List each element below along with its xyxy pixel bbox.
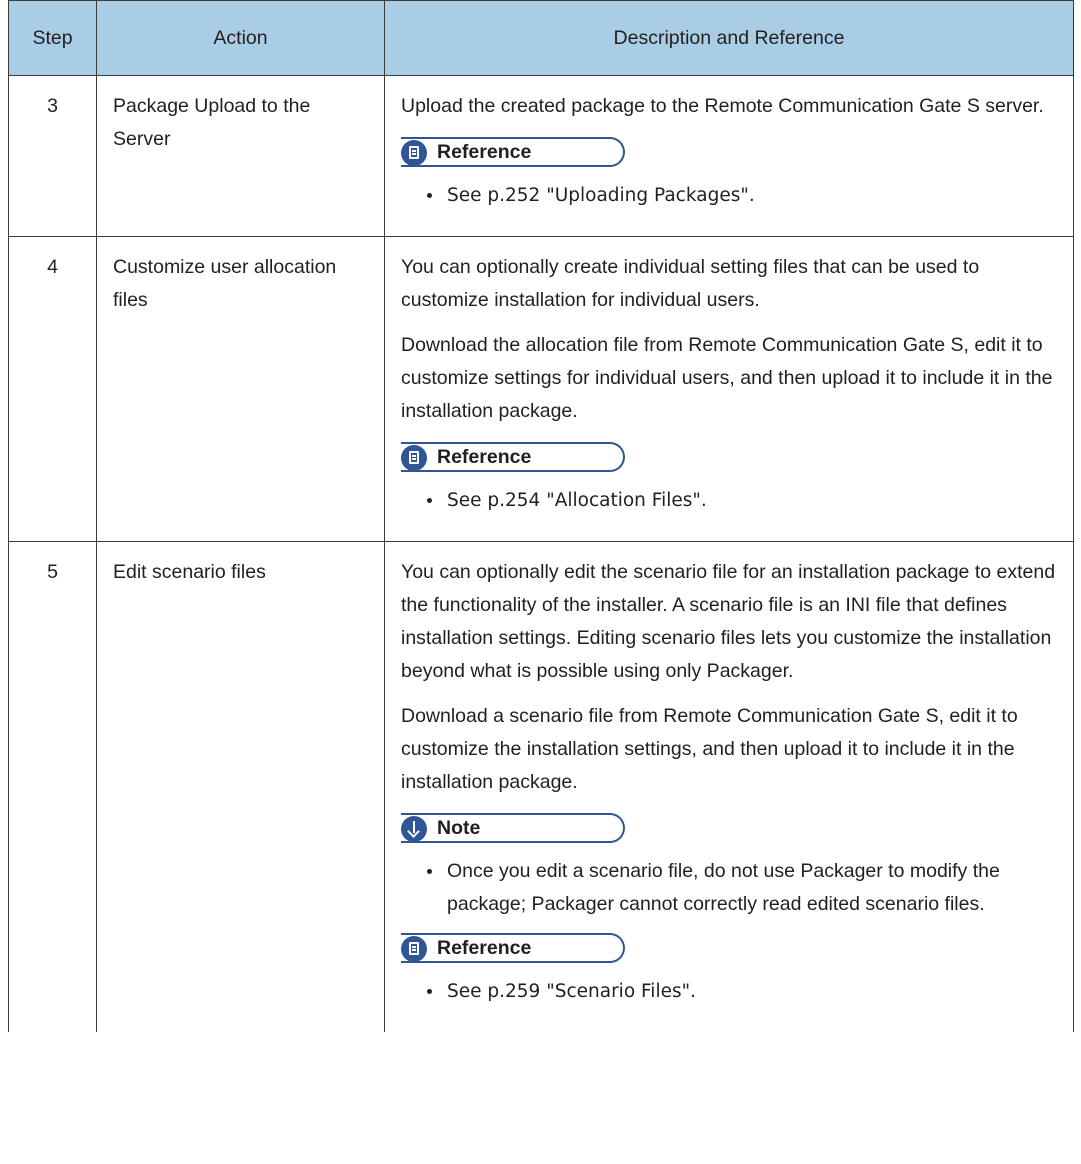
action-cell: Edit scenario files: [96, 541, 385, 1032]
table-row-step-4: 4 Customize user allocation files You ca…: [8, 236, 1074, 542]
reference-link[interactable]: See p.254 "Allocation Files".: [427, 484, 1059, 517]
note-label: Note: [437, 816, 481, 839]
reference-link[interactable]: See p.259 "Scenario Files".: [427, 975, 1059, 1008]
description-cell: You can optionally edit the scenario fil…: [384, 541, 1074, 1032]
reference-label: Reference: [437, 445, 532, 468]
reference-label: Reference: [437, 140, 532, 163]
reference-label: Reference: [437, 936, 532, 959]
description-paragraph: Upload the created package to the Remote…: [401, 95, 1044, 117]
step-number: 5: [8, 541, 97, 1032]
description-paragraph: Download the allocation file from Remote…: [401, 334, 1053, 422]
reference-list: See p.252 "Uploading Packages".: [401, 179, 1059, 212]
description-cell: Upload the created package to the Remote…: [384, 75, 1074, 237]
header-description: Description and Reference: [384, 0, 1074, 76]
reference-callout: Reference: [401, 137, 625, 167]
procedure-table: Step Action Description and Reference 3 …: [8, 0, 1074, 1032]
reference-link[interactable]: See p.252 "Uploading Packages".: [427, 179, 1059, 212]
reference-icon: [401, 445, 427, 471]
header-step: Step: [8, 0, 97, 76]
reference-list: See p.259 "Scenario Files".: [401, 975, 1059, 1008]
note-list: Once you edit a scenario file, do not us…: [401, 855, 1059, 921]
reference-callout: Reference: [401, 442, 625, 472]
note-icon: [401, 816, 427, 842]
header-action: Action: [96, 0, 385, 76]
reference-icon: [401, 936, 427, 962]
reference-icon: [401, 140, 427, 166]
description-cell: You can optionally create individual set…: [384, 236, 1074, 542]
step-number: 3: [8, 75, 97, 237]
reference-list: See p.254 "Allocation Files".: [401, 484, 1059, 517]
table-row-step-5: 5 Edit scenario files You can optionally…: [8, 541, 1074, 1032]
step-number: 4: [8, 236, 97, 542]
note-callout: Note: [401, 813, 625, 843]
note-item: Once you edit a scenario file, do not us…: [427, 855, 1059, 921]
table-header-row: Step Action Description and Reference: [8, 0, 1074, 76]
description-paragraph: Download a scenario file from Remote Com…: [401, 705, 1018, 793]
action-cell: Customize user allocation files: [96, 236, 385, 542]
reference-callout: Reference: [401, 933, 625, 963]
description-paragraph: You can optionally create individual set…: [401, 256, 980, 311]
description-paragraph: You can optionally edit the scenario fil…: [401, 561, 1056, 682]
table-row-step-3: 3 Package Upload to the Server Upload th…: [8, 75, 1074, 237]
action-cell: Package Upload to the Server: [96, 75, 385, 237]
